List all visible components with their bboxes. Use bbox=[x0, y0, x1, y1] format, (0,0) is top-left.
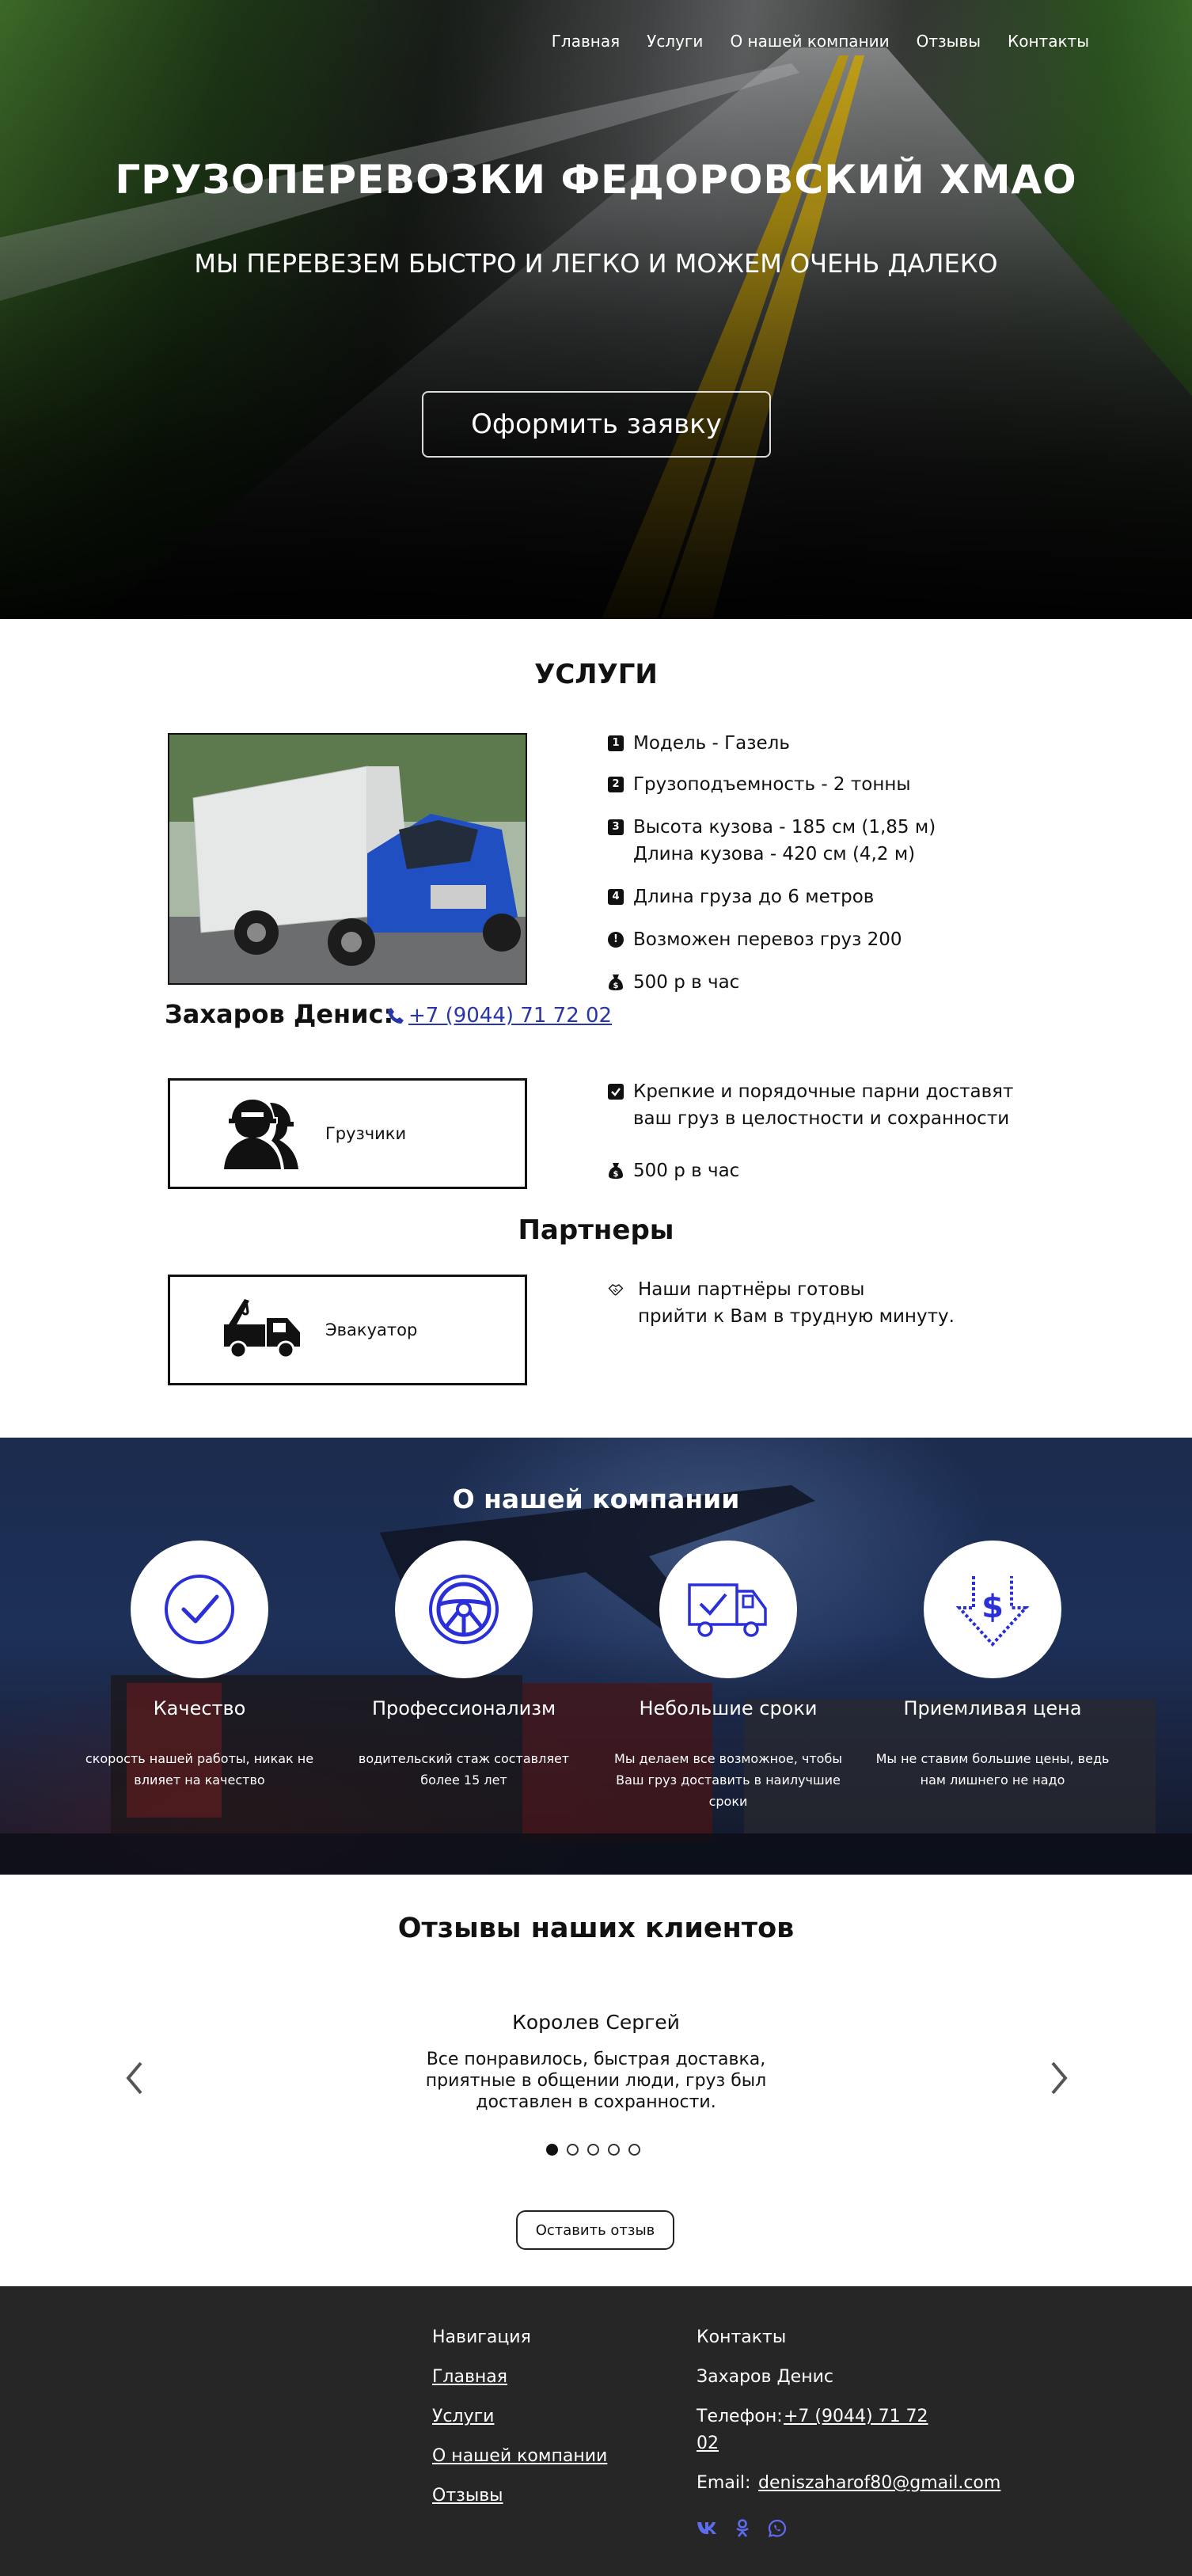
footer-link-reviews[interactable]: Отзывы bbox=[432, 2486, 503, 2506]
footer-nav-title: Навигация bbox=[432, 2327, 531, 2347]
hero-shade-overlay bbox=[0, 0, 1192, 619]
checkmark-icon bbox=[165, 1575, 234, 1644]
movers-text-line1: Крепкие и порядочные парни доставят bbox=[633, 1081, 1014, 1102]
owner-phone-link[interactable]: +7 (9044) 71 72 02 bbox=[386, 1004, 612, 1028]
movers-card[interactable]: Грузчики bbox=[168, 1078, 527, 1189]
tow-truck-card[interactable]: Эвакуатор bbox=[168, 1275, 527, 1385]
footer: Навигация Главная Услуги О нашей компани… bbox=[0, 2286, 1192, 2576]
footer-phone-link[interactable]: +7 (9044) 71 72 bbox=[784, 2407, 928, 2426]
feature-icon-circle: $ bbox=[924, 1541, 1061, 1678]
feature-title: Небольшие сроки bbox=[639, 1697, 818, 1719]
money-bag-icon: $ bbox=[608, 1163, 624, 1179]
spec-text: 500 р в час bbox=[633, 972, 740, 993]
carousel-prev-arrow-icon[interactable] bbox=[119, 2058, 150, 2098]
footer-email-link[interactable]: deniszaharof80@gmail.com bbox=[758, 2473, 1000, 2493]
number-1-icon: 1 bbox=[608, 735, 624, 751]
carousel-dot-3[interactable] bbox=[587, 2144, 599, 2156]
hero-section: Главная Услуги О нашей компании Отзывы К… bbox=[0, 0, 1192, 619]
about-title: О нашей компании bbox=[452, 1484, 740, 1514]
movers-label: Грузчики bbox=[325, 1124, 407, 1143]
vk-icon[interactable] bbox=[697, 2519, 717, 2536]
order-button[interactable]: Оформить заявку bbox=[422, 391, 771, 458]
movers-text-line2: ваш груз в целостности и сохранности bbox=[633, 1108, 1010, 1129]
spec-text-second-line: Длина кузова - 420 см (4,2 м) bbox=[633, 844, 916, 864]
review-text: Все понравилось, быстрая доставка, прият… bbox=[425, 2050, 767, 2112]
phone-icon bbox=[388, 1008, 404, 1024]
feature-description: Мы не ставим большие цены, ведь нам лишн… bbox=[875, 1751, 1110, 1788]
feature-description: Мы делаем все возможное, чтобы Ваш груз … bbox=[614, 1751, 842, 1809]
hero-subtitle: МЫ ПЕРЕВЕЗЕМ БЫСТРО И ЛЕГКО И МОЖЕМ ОЧЕН… bbox=[194, 249, 998, 279]
top-navigation: Главная Услуги О нашей компании Отзывы К… bbox=[552, 32, 1089, 51]
footer-email-label: Email: bbox=[697, 2473, 751, 2493]
owner-phone-text: +7 (9044) 71 72 02 bbox=[408, 1004, 613, 1028]
partners-text-line2: прийти к Вам в трудную минуту. bbox=[638, 1306, 955, 1327]
delivery-truck-icon bbox=[688, 1583, 767, 1637]
footer-phone-link-continued[interactable]: 02 bbox=[697, 2434, 719, 2453]
carousel-dot-1[interactable] bbox=[546, 2144, 558, 2156]
tow-truck-icon bbox=[224, 1299, 300, 1359]
feature-description: скорость нашей работы, никак не влияет н… bbox=[85, 1751, 314, 1788]
footer-phone-label: Телефон: bbox=[697, 2407, 783, 2426]
spec-text: Модель - Газель bbox=[633, 733, 790, 754]
feature-description: водительский стаж составляет более 15 ле… bbox=[358, 1751, 570, 1788]
nav-link-services[interactable]: Услуги bbox=[647, 32, 703, 51]
spec-text: Грузоподъемность - 2 тонны bbox=[633, 774, 911, 795]
truck-photo bbox=[168, 733, 527, 985]
footer-link-home[interactable]: Главная bbox=[432, 2367, 507, 2387]
footer-link-services[interactable]: Услуги bbox=[432, 2407, 494, 2426]
carousel-dots bbox=[546, 2144, 640, 2156]
movers-price-text: 500 р в час bbox=[633, 1161, 740, 1181]
nav-link-about[interactable]: О нашей компании bbox=[730, 32, 889, 51]
owner-name: Захаров Денис: bbox=[165, 999, 394, 1029]
steering-wheel-icon bbox=[429, 1575, 499, 1644]
nav-link-contacts[interactable]: Контакты bbox=[1008, 32, 1089, 51]
truck-image bbox=[169, 735, 526, 983]
reviews-title: Отзывы наших клиентов bbox=[397, 1913, 795, 1944]
checkbox-checked-icon bbox=[608, 1084, 624, 1100]
spec-text: Возможен перевоз груз 200 bbox=[633, 929, 902, 950]
number-2-icon: 2 bbox=[608, 777, 624, 792]
svg-text:$: $ bbox=[613, 1170, 619, 1179]
workers-helmet-icon bbox=[224, 1100, 298, 1169]
number-3-icon: 3 bbox=[608, 819, 624, 835]
footer-contact-name: Захаров Денис bbox=[697, 2367, 833, 2387]
feature-title: Качество bbox=[153, 1697, 246, 1719]
feature-icon-circle bbox=[659, 1541, 797, 1678]
nav-link-home[interactable]: Главная bbox=[552, 32, 620, 51]
carousel-dot-5[interactable] bbox=[628, 2144, 640, 2156]
svg-text:$: $ bbox=[981, 1589, 1004, 1625]
number-4-icon: 4 bbox=[608, 889, 624, 905]
feature-title: Профессионализм bbox=[371, 1697, 556, 1719]
about-section: О нашей компании Качество скорость нашей… bbox=[0, 1438, 1192, 1875]
footer-contacts-title: Контакты bbox=[697, 2327, 787, 2347]
feature-title: Приемливая цена bbox=[903, 1697, 1082, 1719]
services-title: УСЛУГИ bbox=[534, 659, 658, 690]
hero-title: ГРУЗОПЕРЕВОЗКИ ФЕДОРОВСКИЙ ХМАО bbox=[115, 157, 1077, 203]
footer-link-about[interactable]: О нашей компании bbox=[432, 2446, 607, 2466]
handshake-icon bbox=[608, 1282, 624, 1297]
spec-text: Высота кузова - 185 см (1,85 м) bbox=[633, 817, 936, 838]
partners-title: Партнеры bbox=[518, 1214, 674, 1246]
odnoklassniki-icon[interactable] bbox=[735, 2519, 750, 2538]
feature-icon-circle bbox=[131, 1541, 268, 1678]
leave-review-button[interactable]: Оставить отзыв bbox=[516, 2210, 674, 2250]
exclamation-icon: ! bbox=[608, 932, 624, 948]
spec-text: Длина груза до 6 метров bbox=[633, 887, 875, 907]
money-bag-icon: $ bbox=[608, 975, 624, 990]
dollar-down-icon: $ bbox=[955, 1576, 1030, 1647]
carousel-dot-4[interactable] bbox=[608, 2144, 620, 2156]
whatsapp-icon[interactable] bbox=[768, 2519, 787, 2538]
review-author: Королев Сергей bbox=[512, 2011, 680, 2034]
tow-truck-label: Эвакуатор bbox=[325, 1320, 418, 1339]
nav-link-reviews[interactable]: Отзывы bbox=[917, 32, 981, 51]
partners-text-line1: Наши партнёры готовы bbox=[638, 1279, 865, 1300]
carousel-next-arrow-icon[interactable] bbox=[1043, 2058, 1075, 2098]
carousel-dot-2[interactable] bbox=[567, 2144, 579, 2156]
svg-text:$: $ bbox=[613, 982, 619, 990]
feature-icon-circle bbox=[395, 1541, 533, 1678]
